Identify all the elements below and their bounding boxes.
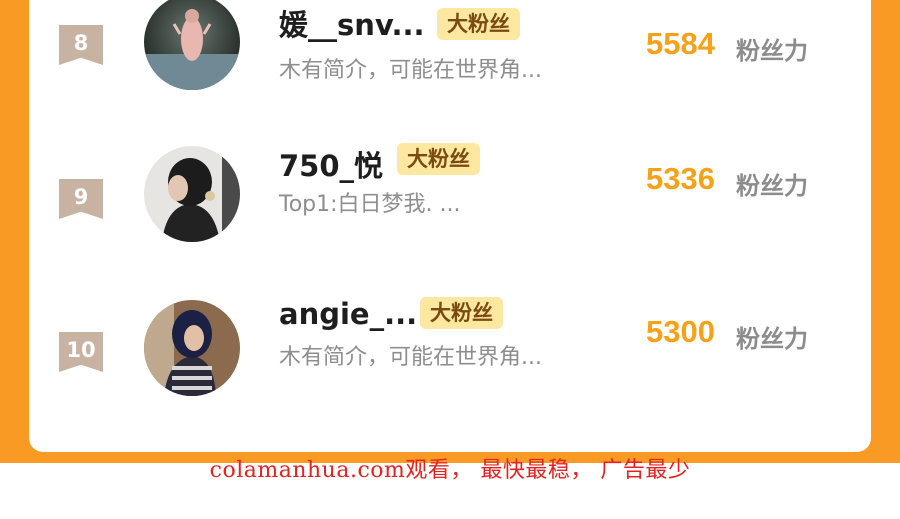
avatar[interactable] — [144, 146, 240, 242]
list-item[interactable]: 10 angie_... 大粉丝 木有简介，可能在世界角... 5300 粉丝力 — [29, 287, 871, 407]
fan-power-unit: 粉丝力 — [736, 37, 808, 65]
avatar[interactable] — [144, 0, 240, 90]
rank-badge: 8 — [59, 25, 103, 65]
user-intro: 木有简介，可能在世界角... — [279, 58, 542, 83]
avatar[interactable] — [144, 300, 240, 396]
rank-number: 10 — [66, 338, 96, 362]
username[interactable]: 750_悦 — [279, 143, 383, 185]
rank-badge: 10 — [59, 332, 103, 372]
watermark-text: colamanhua.com观看， 最快最稳， 广告最少 — [209, 458, 691, 483]
fan-level-badge: 大粉丝 — [397, 143, 480, 175]
fan-power-unit: 粉丝力 — [736, 325, 808, 353]
username[interactable]: angie_... — [279, 297, 417, 331]
fan-rank-card: 8 媛__snv... 大粉丝 木有简介，可能在世界角... 5584 粉丝力 … — [29, 0, 871, 452]
rank-badge: 9 — [59, 179, 103, 219]
avatar-image — [144, 300, 240, 396]
rank-number: 8 — [73, 31, 89, 55]
rank-number: 9 — [73, 185, 89, 209]
fan-power-score: 5300 — [646, 314, 715, 349]
list-item[interactable]: 9 750_悦 大粉丝 Top1:白日梦我. ... 5336 粉丝力 — [29, 134, 871, 254]
avatar-image — [144, 0, 240, 90]
avatar-image — [144, 146, 240, 242]
fan-level-badge: 大粉丝 — [437, 8, 520, 40]
user-intro: Top1:白日梦我. ... — [279, 192, 461, 217]
fan-power-unit: 粉丝力 — [736, 172, 808, 200]
fan-level-badge: 大粉丝 — [420, 297, 503, 329]
fan-power-score: 5336 — [646, 161, 715, 196]
list-item[interactable]: 8 媛__snv... 大粉丝 木有简介，可能在世界角... 5584 粉丝力 — [29, 0, 871, 100]
fan-power-score: 5584 — [646, 26, 715, 61]
username[interactable]: 媛__snv... — [279, 2, 425, 44]
user-intro: 木有简介，可能在世界角... — [279, 345, 542, 370]
